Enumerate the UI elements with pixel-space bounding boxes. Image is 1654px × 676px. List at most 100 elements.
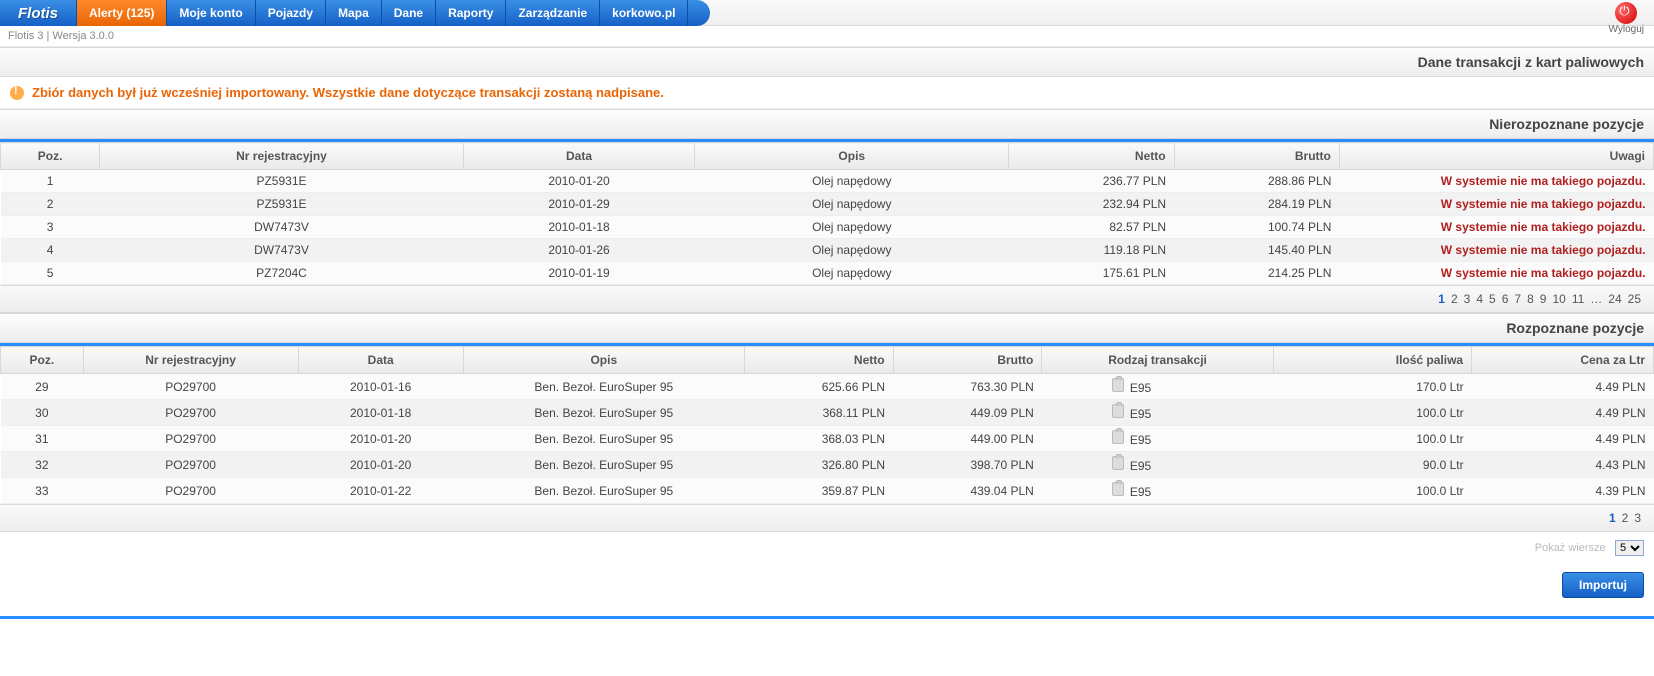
cell-qty: 100.0 Ltr xyxy=(1273,478,1471,504)
page-link: … xyxy=(1587,292,1605,306)
cell-price: 4.49 PLN xyxy=(1472,374,1654,400)
page-link[interactable]: 1 xyxy=(1435,292,1448,306)
cell-reg: PO29700 xyxy=(83,374,298,400)
cell-qty: 100.0 Ltr xyxy=(1273,400,1471,426)
cell-gross: 100.74 PLN xyxy=(1174,216,1339,239)
cell-type: E95 xyxy=(1042,400,1273,426)
logout-button[interactable]: Wyloguj xyxy=(1609,2,1644,35)
col-reg[interactable]: Nr rejestracyjny xyxy=(100,143,464,170)
cell-gross: 763.30 PLN xyxy=(893,374,1042,400)
col-price[interactable]: Cena za Ltr xyxy=(1472,347,1654,374)
brand-logo[interactable]: Flotis xyxy=(0,0,77,26)
cell-gross: 439.04 PLN xyxy=(893,478,1042,504)
col-date[interactable]: Data xyxy=(298,347,463,374)
col-net[interactable]: Netto xyxy=(744,347,893,374)
version-bar: Flotis 3 | Wersja 3.0.0 xyxy=(0,26,1654,47)
cell-date: 2010-01-22 xyxy=(298,478,463,504)
page-link[interactable]: 25 xyxy=(1625,292,1644,306)
col-type[interactable]: Rodzaj transakcji xyxy=(1042,347,1273,374)
nav-end-cap xyxy=(688,0,710,26)
col-gross[interactable]: Brutto xyxy=(893,347,1042,374)
cell-net: 368.11 PLN xyxy=(744,400,893,426)
table-row[interactable]: 1PZ5931E2010-01-20Olej napędowy236.77 PL… xyxy=(1,170,1654,193)
fuel-pump-icon xyxy=(1112,404,1124,418)
cell-date: 2010-01-20 xyxy=(463,170,694,193)
cell-price: 4.39 PLN xyxy=(1472,478,1654,504)
nav-alerts[interactable]: Alerty (125) xyxy=(77,0,167,26)
page-link[interactable]: 3 xyxy=(1631,511,1644,525)
rows-per-page-label: Pokaż wiersze xyxy=(1535,542,1606,554)
page-link[interactable]: 1 xyxy=(1606,511,1619,525)
col-desc[interactable]: Opis xyxy=(695,143,1009,170)
col-pos[interactable]: Poz. xyxy=(1,347,84,374)
cell-date: 2010-01-16 xyxy=(298,374,463,400)
col-pos[interactable]: Poz. xyxy=(1,143,100,170)
table-row[interactable]: 5PZ7204C2010-01-19Olej napędowy175.61 PL… xyxy=(1,262,1654,285)
cell-net: 232.94 PLN xyxy=(1009,193,1174,216)
warning-icon xyxy=(10,86,24,100)
page-link[interactable]: 11 xyxy=(1569,292,1587,306)
col-desc[interactable]: Opis xyxy=(463,347,744,374)
col-date[interactable]: Data xyxy=(463,143,694,170)
recognized-table: Poz. Nr rejestracyjny Data Opis Netto Br… xyxy=(0,346,1654,504)
cell-net: 326.80 PLN xyxy=(744,452,893,478)
page-link[interactable]: 4 xyxy=(1473,292,1486,306)
rows-per-page-select[interactable]: 5 xyxy=(1615,540,1644,556)
table-row[interactable]: 31PO297002010-01-20Ben. Bezoł. EuroSuper… xyxy=(1,426,1654,452)
col-qty[interactable]: Ilość paliwa xyxy=(1273,347,1471,374)
cell-net: 175.61 PLN xyxy=(1009,262,1174,285)
cell-desc: Ben. Bezoł. EuroSuper 95 xyxy=(463,452,744,478)
cell-pos: 33 xyxy=(1,478,84,504)
cell-date: 2010-01-26 xyxy=(463,239,694,262)
page-link[interactable]: 24 xyxy=(1605,292,1624,306)
nav-manage[interactable]: Zarządzanie xyxy=(506,0,600,26)
cell-price: 4.43 PLN xyxy=(1472,452,1654,478)
cell-reg: PO29700 xyxy=(83,426,298,452)
page-link[interactable]: 8 xyxy=(1524,292,1537,306)
footer-divider xyxy=(0,616,1654,619)
section-unrecognized-title: Nierozpoznane pozycje xyxy=(0,109,1654,139)
col-reg[interactable]: Nr rejestracyjny xyxy=(83,347,298,374)
table-row[interactable]: 30PO297002010-01-18Ben. Bezoł. EuroSuper… xyxy=(1,400,1654,426)
section-recognized-title: Rozpoznane pozycje xyxy=(0,313,1654,343)
cell-reg: PZ7204C xyxy=(100,262,464,285)
cell-reg: DW7473V xyxy=(100,239,464,262)
page-link[interactable]: 7 xyxy=(1511,292,1524,306)
fuel-pump-icon xyxy=(1112,378,1124,392)
page-link[interactable]: 6 xyxy=(1499,292,1512,306)
page-link[interactable]: 3 xyxy=(1461,292,1474,306)
cell-desc: Ben. Bezoł. EuroSuper 95 xyxy=(463,400,744,426)
col-notes[interactable]: Uwagi xyxy=(1339,143,1653,170)
cell-date: 2010-01-20 xyxy=(298,426,463,452)
page-link[interactable]: 2 xyxy=(1619,511,1632,525)
cell-pos: 30 xyxy=(1,400,84,426)
recognized-pager: 123 xyxy=(0,504,1654,532)
page-link[interactable]: 5 xyxy=(1486,292,1499,306)
fuel-pump-icon xyxy=(1112,430,1124,444)
cell-pos: 32 xyxy=(1,452,84,478)
cell-type: E95 xyxy=(1042,452,1273,478)
table-row[interactable]: 4DW7473V2010-01-26Olej napędowy119.18 PL… xyxy=(1,239,1654,262)
nav-account[interactable]: Moje konto xyxy=(167,0,255,26)
nav-data[interactable]: Dane xyxy=(382,0,436,26)
page-link[interactable]: 9 xyxy=(1537,292,1550,306)
table-row[interactable]: 33PO297002010-01-22Ben. Bezoł. EuroSuper… xyxy=(1,478,1654,504)
table-row[interactable]: 3DW7473V2010-01-18Olej napędowy82.57 PLN… xyxy=(1,216,1654,239)
table-row[interactable]: 29PO297002010-01-16Ben. Bezoł. EuroSuper… xyxy=(1,374,1654,400)
cell-type: E95 xyxy=(1042,374,1273,400)
col-net[interactable]: Netto xyxy=(1009,143,1174,170)
col-gross[interactable]: Brutto xyxy=(1174,143,1339,170)
nav-map[interactable]: Mapa xyxy=(326,0,382,26)
page-link[interactable]: 10 xyxy=(1549,292,1568,306)
table-row[interactable]: 2PZ5931E2010-01-29Olej napędowy232.94 PL… xyxy=(1,193,1654,216)
import-button[interactable]: Importuj xyxy=(1562,572,1644,598)
nav-korkowo[interactable]: korkowo.pl xyxy=(600,0,688,26)
cell-gross: 214.25 PLN xyxy=(1174,262,1339,285)
cell-reg: PZ5931E xyxy=(100,193,464,216)
cell-reg: PO29700 xyxy=(83,478,298,504)
cell-pos: 4 xyxy=(1,239,100,262)
table-row[interactable]: 32PO297002010-01-20Ben. Bezoł. EuroSuper… xyxy=(1,452,1654,478)
nav-vehicles[interactable]: Pojazdy xyxy=(256,0,326,26)
page-link[interactable]: 2 xyxy=(1448,292,1461,306)
nav-reports[interactable]: Raporty xyxy=(436,0,506,26)
